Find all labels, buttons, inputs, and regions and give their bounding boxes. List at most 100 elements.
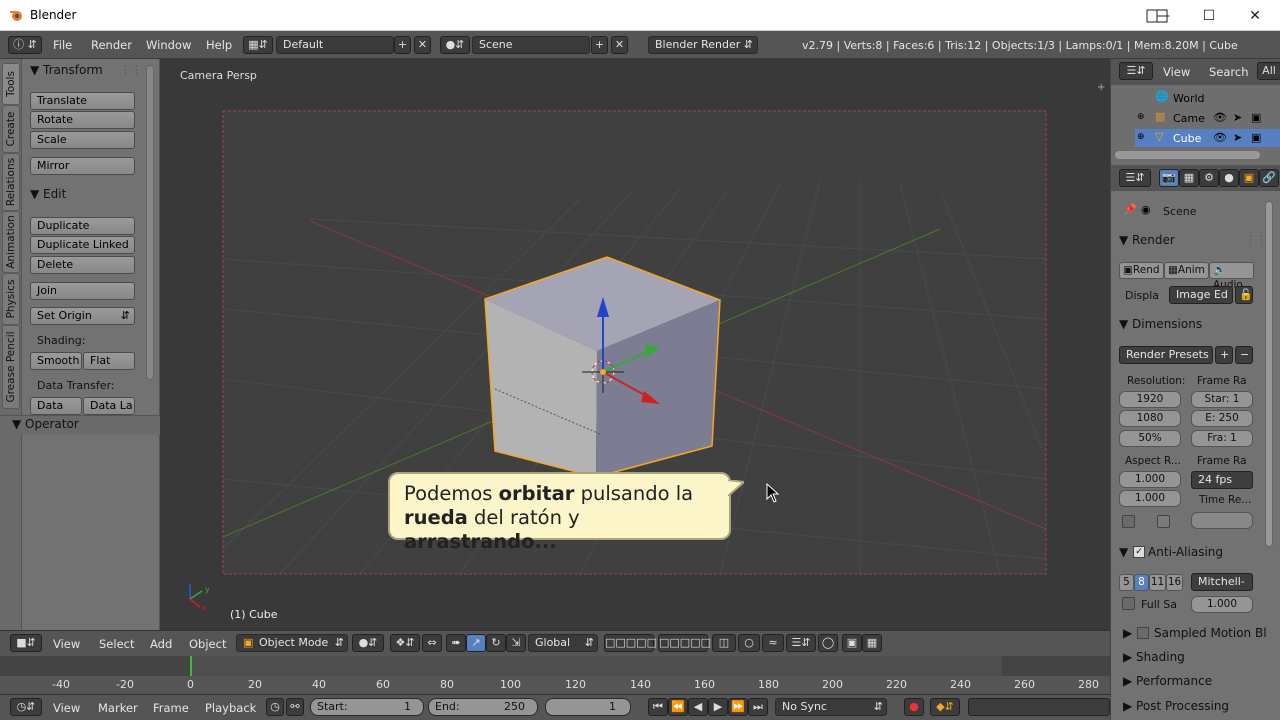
- aa-samples-8[interactable]: 8: [1134, 574, 1149, 591]
- translate-button[interactable]: Translate: [30, 92, 135, 110]
- render-engine-select[interactable]: Blender Render ⇵: [648, 36, 758, 54]
- crop-checkbox[interactable]: [1157, 515, 1170, 528]
- scene-icon[interactable]: ●⇵: [440, 36, 470, 54]
- screen-layout-field[interactable]: Default: [276, 36, 394, 54]
- pivot-point-icon[interactable]: ❖⇵: [390, 634, 420, 652]
- sampled-motion-blur-panel[interactable]: ▶ Sampled Motion Bl: [1123, 626, 1267, 640]
- editor-type-info-icon[interactable]: ⓘ ⇵: [8, 36, 42, 54]
- menu-file[interactable]: File: [53, 38, 72, 52]
- scale-button[interactable]: Scale: [30, 131, 135, 149]
- menu-marker[interactable]: Marker: [98, 701, 138, 715]
- proportional-edit-icon[interactable]: ○: [738, 634, 760, 652]
- menu-frame[interactable]: Frame: [153, 701, 189, 715]
- eye-icon[interactable]: 👁: [1213, 111, 1227, 124]
- transform-orientation-select[interactable]: Global ⇵: [528, 634, 598, 652]
- anti-aliasing-checkbox[interactable]: ✓: [1133, 546, 1145, 558]
- editor-type-timeline-icon[interactable]: ◷⇵: [10, 698, 42, 716]
- prev-keyframe-icon[interactable]: ⏪: [668, 698, 688, 716]
- layer-toggle-icon[interactable]: ⇔: [422, 634, 442, 652]
- scene-field[interactable]: Scene: [472, 36, 590, 54]
- set-origin-dropdown[interactable]: Set Origin ⇵: [30, 307, 135, 325]
- object-tab-icon[interactable]: ▣: [1239, 169, 1259, 187]
- render-still-button[interactable]: ▣Rend: [1119, 262, 1164, 279]
- current-frame-field[interactable]: 1: [545, 698, 631, 716]
- editor-type-properties-icon[interactable]: ☰⇵: [1119, 169, 1151, 187]
- menu-window[interactable]: Window: [146, 38, 191, 52]
- end-frame-field[interactable]: End: 250: [428, 698, 538, 716]
- render-tab-icon[interactable]: 📷: [1159, 169, 1179, 187]
- menu-object[interactable]: Object: [189, 637, 226, 651]
- aa-samples-5[interactable]: 5: [1119, 574, 1134, 591]
- frame-end-field[interactable]: E: 250: [1191, 410, 1253, 427]
- record-icon[interactable]: ●: [904, 698, 924, 716]
- constraints-tab-icon[interactable]: 🔗: [1259, 169, 1279, 187]
- tab-create[interactable]: Create: [2, 105, 20, 153]
- duplicate-linked-button[interactable]: Duplicate Linked: [30, 236, 135, 254]
- jump-end-icon[interactable]: ⏭: [748, 698, 768, 716]
- start-frame-field[interactable]: Start: 1: [310, 698, 424, 716]
- tab-relations[interactable]: Relations: [2, 153, 20, 211]
- tab-grease-pencil[interactable]: Grease Pencil: [2, 325, 20, 409]
- editor-type-outliner-icon[interactable]: ☰⇵: [1119, 62, 1153, 80]
- anti-aliasing-panel-header[interactable]: ▼ ✓ Anti-Aliasing: [1119, 545, 1223, 559]
- aa-filter-select[interactable]: Mitchell-: [1191, 573, 1253, 591]
- drag-handle-icon[interactable]: ⋮⋮: [1245, 233, 1267, 246]
- remove-scene-icon[interactable]: ✕: [611, 36, 628, 54]
- close-button[interactable]: ✕: [1232, 0, 1278, 31]
- play-icon[interactable]: ▶: [708, 698, 728, 716]
- performance-panel[interactable]: ▶ Performance: [1123, 674, 1212, 688]
- world-tab-icon[interactable]: ●: [1219, 169, 1239, 187]
- layers-grid-1[interactable]: □□□□□: [604, 634, 657, 652]
- jump-start-icon[interactable]: ⏮: [648, 698, 668, 716]
- flat-button[interactable]: Flat: [83, 352, 135, 370]
- render-toggle-icon[interactable]: ▣: [1251, 111, 1261, 124]
- resolution-percent-field[interactable]: 50%: [1119, 430, 1181, 447]
- outliner-display-mode[interactable]: All: [1257, 62, 1280, 80]
- remove-layout-icon[interactable]: ✕: [414, 36, 431, 54]
- eye-icon[interactable]: 👁: [1213, 131, 1227, 144]
- add-preset-icon[interactable]: +: [1215, 346, 1233, 364]
- layers-tab-icon[interactable]: ▦: [1179, 169, 1199, 187]
- rotate-manipulator-icon[interactable]: ↻: [486, 634, 506, 652]
- expand-icon[interactable]: ⊕: [1137, 112, 1145, 122]
- render-anim-icon[interactable]: ▦: [862, 634, 882, 652]
- snap-icon[interactable]: ≈: [762, 634, 784, 652]
- rotate-button[interactable]: Rotate: [30, 111, 135, 129]
- data-layout-button[interactable]: Data La: [83, 397, 135, 415]
- next-keyframe-icon[interactable]: ⏩: [728, 698, 748, 716]
- timeline[interactable]: -40 -20 0 20 40 60 80 100 120 140 160 18…: [0, 656, 1110, 694]
- dimensions-panel-header[interactable]: ▼ Dimensions: [1119, 317, 1202, 331]
- aa-samples-16[interactable]: 16: [1166, 574, 1183, 591]
- frame-start-field[interactable]: Star: 1: [1191, 391, 1253, 408]
- border-checkbox[interactable]: [1122, 515, 1135, 528]
- outliner-item-camera[interactable]: ⊕ ▩ Came 👁 ➤ ▣: [1135, 109, 1280, 127]
- viewport-shading-icon[interactable]: ●⇵: [352, 634, 384, 652]
- display-select[interactable]: Image Ed: [1169, 286, 1233, 304]
- pin-icon[interactable]: 📌: [1123, 203, 1137, 216]
- edit-panel-header[interactable]: ▼ Edit: [30, 187, 66, 201]
- full-sample-checkbox[interactable]: [1122, 597, 1135, 610]
- post-processing-panel[interactable]: ▶ Post Processing: [1123, 699, 1229, 713]
- outliner-item-cube[interactable]: ⊕ ▽ Cube 👁 ➤ ▣: [1135, 129, 1280, 147]
- delete-button[interactable]: Delete: [30, 256, 135, 274]
- operator-panel-header[interactable]: ▼ Operator: [12, 417, 79, 431]
- cursor-select-icon[interactable]: ➤: [1233, 111, 1242, 124]
- aspect-y-field[interactable]: 1.000: [1119, 490, 1181, 507]
- render-audio-button[interactable]: 🔈Audio: [1209, 262, 1254, 291]
- frame-step-field[interactable]: Fra: 1: [1191, 430, 1253, 447]
- filter-size-field[interactable]: 1.000: [1191, 596, 1253, 613]
- aspect-x-field[interactable]: 1.000: [1119, 471, 1181, 488]
- remove-preset-icon[interactable]: −: [1235, 346, 1253, 364]
- resolution-x-field[interactable]: 1920: [1119, 391, 1181, 408]
- mode-select[interactable]: ▣ Object Mode ⇵: [236, 634, 348, 652]
- add-scene-icon[interactable]: +: [591, 36, 608, 54]
- menu-render[interactable]: Render: [91, 38, 132, 52]
- menu-help[interactable]: Help: [206, 38, 232, 52]
- menu-view[interactable]: View: [53, 637, 80, 651]
- shading-panel[interactable]: ▶ Shading: [1123, 650, 1185, 664]
- render-anim-button[interactable]: ▦Anim: [1164, 262, 1209, 279]
- tab-animation[interactable]: Animation: [2, 211, 20, 273]
- translate-manipulator-icon[interactable]: ↗: [466, 634, 486, 652]
- keying-set-field[interactable]: [968, 698, 1110, 716]
- snap-target-icon[interactable]: ◯: [818, 634, 838, 652]
